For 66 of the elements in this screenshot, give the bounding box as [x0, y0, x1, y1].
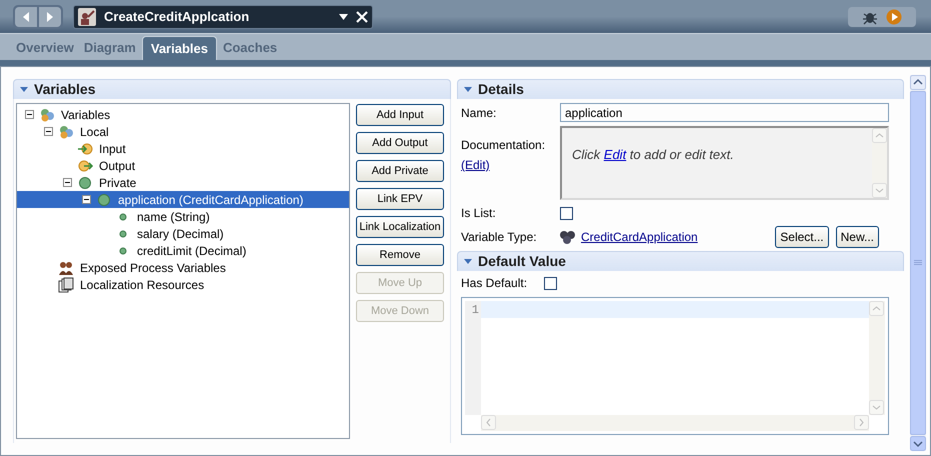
scroll-up-icon[interactable]	[910, 75, 926, 90]
tree-item[interactable]: salary (Decimal)	[17, 225, 349, 242]
checkbox[interactable]	[544, 276, 557, 290]
action-button[interactable]: Link EPV	[356, 188, 444, 210]
tree-item[interactable]: Variables	[17, 106, 349, 123]
output-icon	[77, 158, 93, 174]
field-label: Has Default:	[461, 275, 528, 292]
collapse-caret-icon[interactable]	[464, 259, 472, 264]
scroll-down-icon[interactable]	[910, 436, 926, 451]
input-icon	[77, 140, 93, 156]
field-label: Variable Type:	[461, 229, 538, 246]
action-button[interactable]: Add Private	[356, 160, 444, 182]
action-button[interactable]: Add Output	[356, 132, 444, 154]
back-button[interactable]	[15, 6, 37, 26]
collapse-toggle-icon[interactable]	[25, 110, 34, 119]
documentation-area[interactable]: Click Edit to add or edit text.	[560, 126, 889, 200]
dropdown-caret-icon[interactable]	[339, 14, 348, 20]
section-title: Default Value	[478, 252, 566, 271]
variables-icon	[39, 106, 55, 122]
forward-button[interactable]	[39, 6, 61, 26]
tree-item[interactable]: creditLimit (Decimal)	[17, 242, 349, 259]
circle-icon	[77, 174, 93, 190]
tree-item[interactable]: Local	[17, 123, 349, 140]
tree-item[interactable]: Output	[17, 157, 349, 174]
tree-item[interactable]: name (String)	[17, 208, 349, 225]
section-title: Details	[478, 80, 524, 99]
action-button[interactable]: Link Localization	[356, 216, 444, 238]
documentation-hint: Click Edit to add or edit text.	[572, 147, 734, 162]
action-button[interactable]: Add Input	[356, 104, 444, 126]
pages-icon	[58, 276, 74, 292]
collapse-toggle-icon[interactable]	[44, 127, 53, 136]
field-label: Name:	[461, 104, 498, 122]
back-arrow-icon	[21, 10, 31, 22]
tree-item[interactable]: Input	[17, 140, 349, 157]
field-label: Documentation:	[461, 137, 546, 154]
collapse-toggle-icon[interactable]	[63, 178, 72, 187]
close-icon[interactable]	[356, 10, 368, 22]
type-button[interactable]: Select...	[775, 226, 829, 248]
collapse-caret-icon[interactable]	[20, 87, 28, 92]
collapse-caret-icon[interactable]	[464, 87, 472, 92]
process-icon	[78, 8, 96, 26]
edit-link[interactable]: (Edit)	[461, 156, 490, 174]
checkbox[interactable]	[560, 206, 573, 220]
tab[interactable]: Variables	[142, 36, 217, 60]
field-label: Is List:	[461, 205, 497, 222]
tree-item[interactable]: application (CreditCardApplication)	[17, 191, 349, 208]
editor-tab-title: CreateCreditApplcation	[104, 8, 250, 26]
name-field[interactable]: application	[560, 103, 889, 122]
section-title: Variables	[34, 80, 96, 99]
tree-item[interactable]: Private	[17, 174, 349, 191]
edit-link[interactable]: Edit	[604, 147, 626, 162]
variables-icon	[58, 124, 74, 140]
type-button[interactable]: New...	[836, 226, 879, 248]
editor-tab[interactable]: CreateCreditApplcation	[73, 4, 373, 28]
line-number: 1	[472, 302, 479, 318]
collapse-toggle-icon[interactable]	[82, 195, 91, 204]
tree-item[interactable]: Localization Resources	[17, 276, 349, 293]
business-object-icon	[560, 230, 576, 244]
action-button[interactable]: Remove	[356, 244, 444, 266]
tree-item[interactable]: Exposed Process Variables	[17, 259, 349, 276]
people-icon	[58, 260, 74, 276]
grip-icon	[914, 260, 922, 266]
variable-type-link[interactable]: CreditCardApplication	[581, 228, 698, 246]
play-icon[interactable]	[886, 8, 902, 24]
forward-arrow-icon	[45, 10, 55, 22]
circle-icon	[96, 192, 112, 208]
